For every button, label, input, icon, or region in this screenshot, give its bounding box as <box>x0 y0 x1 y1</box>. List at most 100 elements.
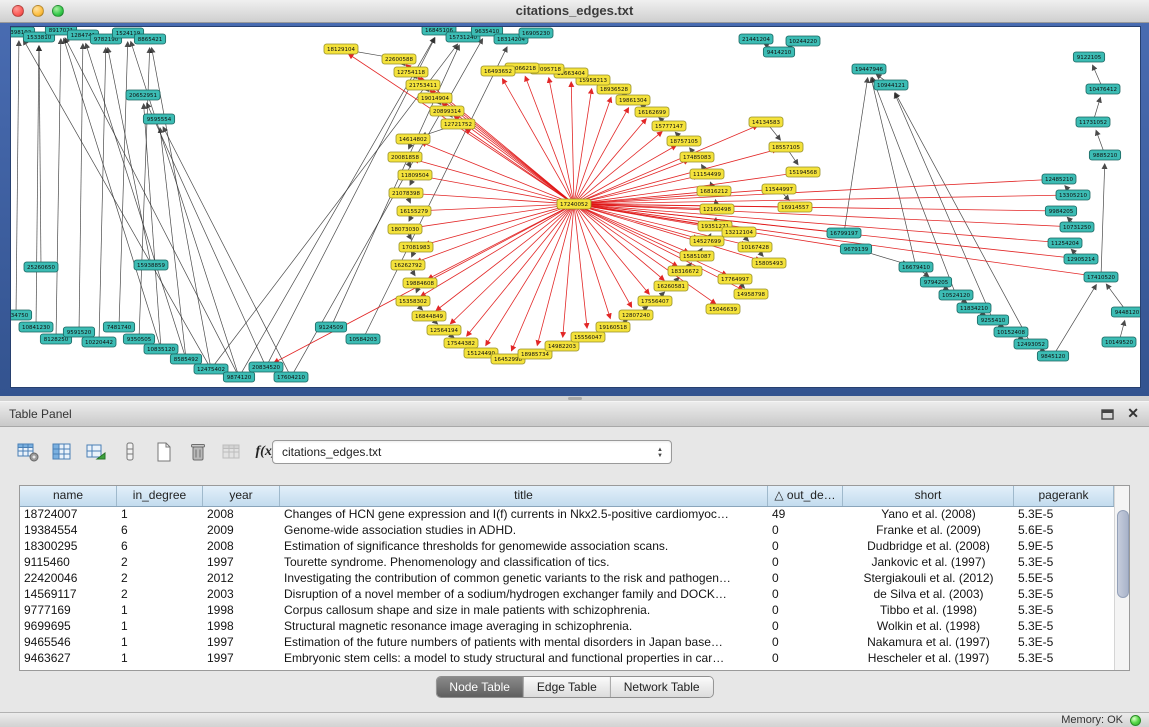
network-node[interactable]: 12475402 <box>194 364 228 374</box>
network-node[interactable]: 17604210 <box>274 372 308 382</box>
table-row[interactable]: 1830029562008Estimation of significance … <box>20 538 1114 554</box>
network-node[interactable]: 11834210 <box>957 303 991 313</box>
network-edge[interactable] <box>576 209 611 319</box>
network-node[interactable]: 15805493 <box>752 258 786 268</box>
scrollbar-thumb[interactable] <box>1117 510 1129 598</box>
network-node[interactable]: 12160498 <box>700 204 734 214</box>
network-edge[interactable] <box>895 93 1028 340</box>
network-node[interactable]: 13212104 <box>722 227 756 237</box>
network-node[interactable]: 9885210 <box>1089 150 1120 160</box>
column-header[interactable]: short <box>843 486 1014 506</box>
tab-network-table[interactable]: Network Table <box>611 677 713 697</box>
network-node[interactable]: 12807240 <box>619 310 653 320</box>
network-edge[interactable] <box>578 145 676 201</box>
row-options-icon[interactable] <box>116 438 144 466</box>
network-view[interactable]: 1724005218129104226005881275411821753411… <box>10 26 1141 388</box>
network-node[interactable]: 20652951 <box>126 90 160 100</box>
network-node[interactable]: 21441204 <box>739 34 773 44</box>
network-node[interactable]: 16162699 <box>635 107 669 117</box>
table-row[interactable]: 1872400712008Changes of HCN gene express… <box>20 506 1114 522</box>
network-node[interactable]: 10476412 <box>1086 84 1120 94</box>
table-row[interactable]: 977716911998Corpus callosum shape and si… <box>20 602 1114 618</box>
network-node[interactable]: 17081983 <box>399 242 433 252</box>
network-node[interactable]: 18316672 <box>668 266 702 276</box>
network-node[interactable]: 10220442 <box>82 337 116 347</box>
network-edge[interactable] <box>871 78 915 262</box>
table-selector-combobox[interactable]: citations_edges.txt ▲▼ <box>272 440 672 464</box>
network-node[interactable]: 11809504 <box>398 170 432 180</box>
network-edge[interactable] <box>108 48 150 260</box>
network-node[interactable]: 15777147 <box>652 121 686 131</box>
network-node[interactable]: 20899314 <box>430 106 464 116</box>
network-node[interactable]: 13305210 <box>1056 190 1090 200</box>
network-node[interactable]: 10835120 <box>144 344 178 354</box>
network-edge[interactable] <box>147 103 264 362</box>
network-node[interactable]: 11154499 <box>690 169 724 179</box>
network-node[interactable]: 8865421 <box>134 34 165 44</box>
network-node[interactable]: 9679139 <box>840 244 871 254</box>
network-node[interactable]: 9134750 <box>11 310 32 320</box>
close-panel-icon[interactable]: ✕ <box>1127 405 1139 422</box>
column-header[interactable]: in_degree <box>117 486 203 506</box>
network-node[interactable]: 11731052 <box>1076 117 1110 127</box>
network-edge[interactable] <box>1093 65 1101 84</box>
network-node[interactable]: 10244220 <box>786 36 820 46</box>
network-node[interactable]: 16799197 <box>827 228 861 238</box>
network-edge[interactable] <box>1106 284 1124 308</box>
network-node[interactable]: 9595554 <box>143 114 174 124</box>
network-node[interactable]: 9794205 <box>920 277 951 287</box>
network-node[interactable]: 12493052 <box>1014 339 1048 349</box>
network-edge[interactable] <box>465 129 569 201</box>
network-edge[interactable] <box>144 104 161 344</box>
network-node[interactable]: 22600588 <box>382 54 416 64</box>
network-node[interactable]: 10731250 <box>1060 222 1094 232</box>
network-node[interactable]: 19160518 <box>596 322 630 332</box>
network-node[interactable]: 15938859 <box>134 260 168 270</box>
network-node[interactable]: 16155279 <box>397 206 431 216</box>
tab-node-table[interactable]: Node Table <box>436 677 524 697</box>
table-row[interactable]: 969969511998Structural magnetic resonanc… <box>20 618 1114 634</box>
network-edge[interactable] <box>579 205 1092 276</box>
table-row[interactable]: 911546021997Tourette syndrome. Phenomeno… <box>20 554 1114 570</box>
network-node[interactable]: 21078398 <box>389 188 423 198</box>
network-edge[interactable] <box>421 207 570 297</box>
network-edge[interactable] <box>571 82 574 199</box>
column-header[interactable]: pagerank <box>1014 486 1114 506</box>
network-edge[interactable] <box>563 209 574 337</box>
network-edge[interactable] <box>1094 98 1100 118</box>
network-node[interactable]: 9124509 <box>315 322 346 332</box>
memory-status-icon[interactable] <box>1130 715 1141 726</box>
network-edge[interactable] <box>578 132 662 201</box>
network-node[interactable]: 9350505 <box>123 334 154 344</box>
network-edge[interactable] <box>789 151 798 164</box>
network-node[interactable]: 15046639 <box>706 304 740 314</box>
table-row[interactable]: 2242004622012Investigating the contribut… <box>20 570 1114 586</box>
network-node[interactable]: 9255410 <box>977 315 1008 325</box>
network-node[interactable]: 20834520 <box>249 362 283 372</box>
network-node[interactable]: 17240052 <box>557 199 591 209</box>
show-columns-icon[interactable] <box>48 438 76 466</box>
network-canvas[interactable]: 1724005218129104226005881275411821753411… <box>11 27 1140 387</box>
network-edge[interactable] <box>416 206 569 262</box>
network-node[interactable]: 10524120 <box>939 290 973 300</box>
network-edge[interactable] <box>414 205 569 228</box>
network-node[interactable]: 15556047 <box>571 332 605 342</box>
network-node[interactable]: 16679410 <box>899 262 933 272</box>
network-node[interactable]: 10167428 <box>738 242 772 252</box>
column-header[interactable]: △ out_de… <box>768 486 843 506</box>
network-node[interactable]: 9874120 <box>223 372 254 382</box>
network-edge[interactable] <box>416 288 418 293</box>
column-header[interactable]: year <box>203 486 280 506</box>
network-node[interactable]: 14982203 <box>545 341 579 351</box>
network-node[interactable]: 17556407 <box>638 296 672 306</box>
network-node[interactable]: 9591520 <box>63 327 94 337</box>
network-node[interactable]: 12485210 <box>1042 174 1076 184</box>
network-node[interactable]: 10841230 <box>19 322 53 332</box>
divider-handle-icon[interactable] <box>568 397 582 400</box>
network-edge[interactable] <box>575 89 592 199</box>
network-node[interactable]: 15194568 <box>786 167 820 177</box>
network-node[interactable]: 12754118 <box>394 67 428 77</box>
network-edge[interactable] <box>467 208 571 336</box>
network-node[interactable]: 20081858 <box>388 152 422 162</box>
network-node[interactable]: 15851087 <box>680 251 714 261</box>
